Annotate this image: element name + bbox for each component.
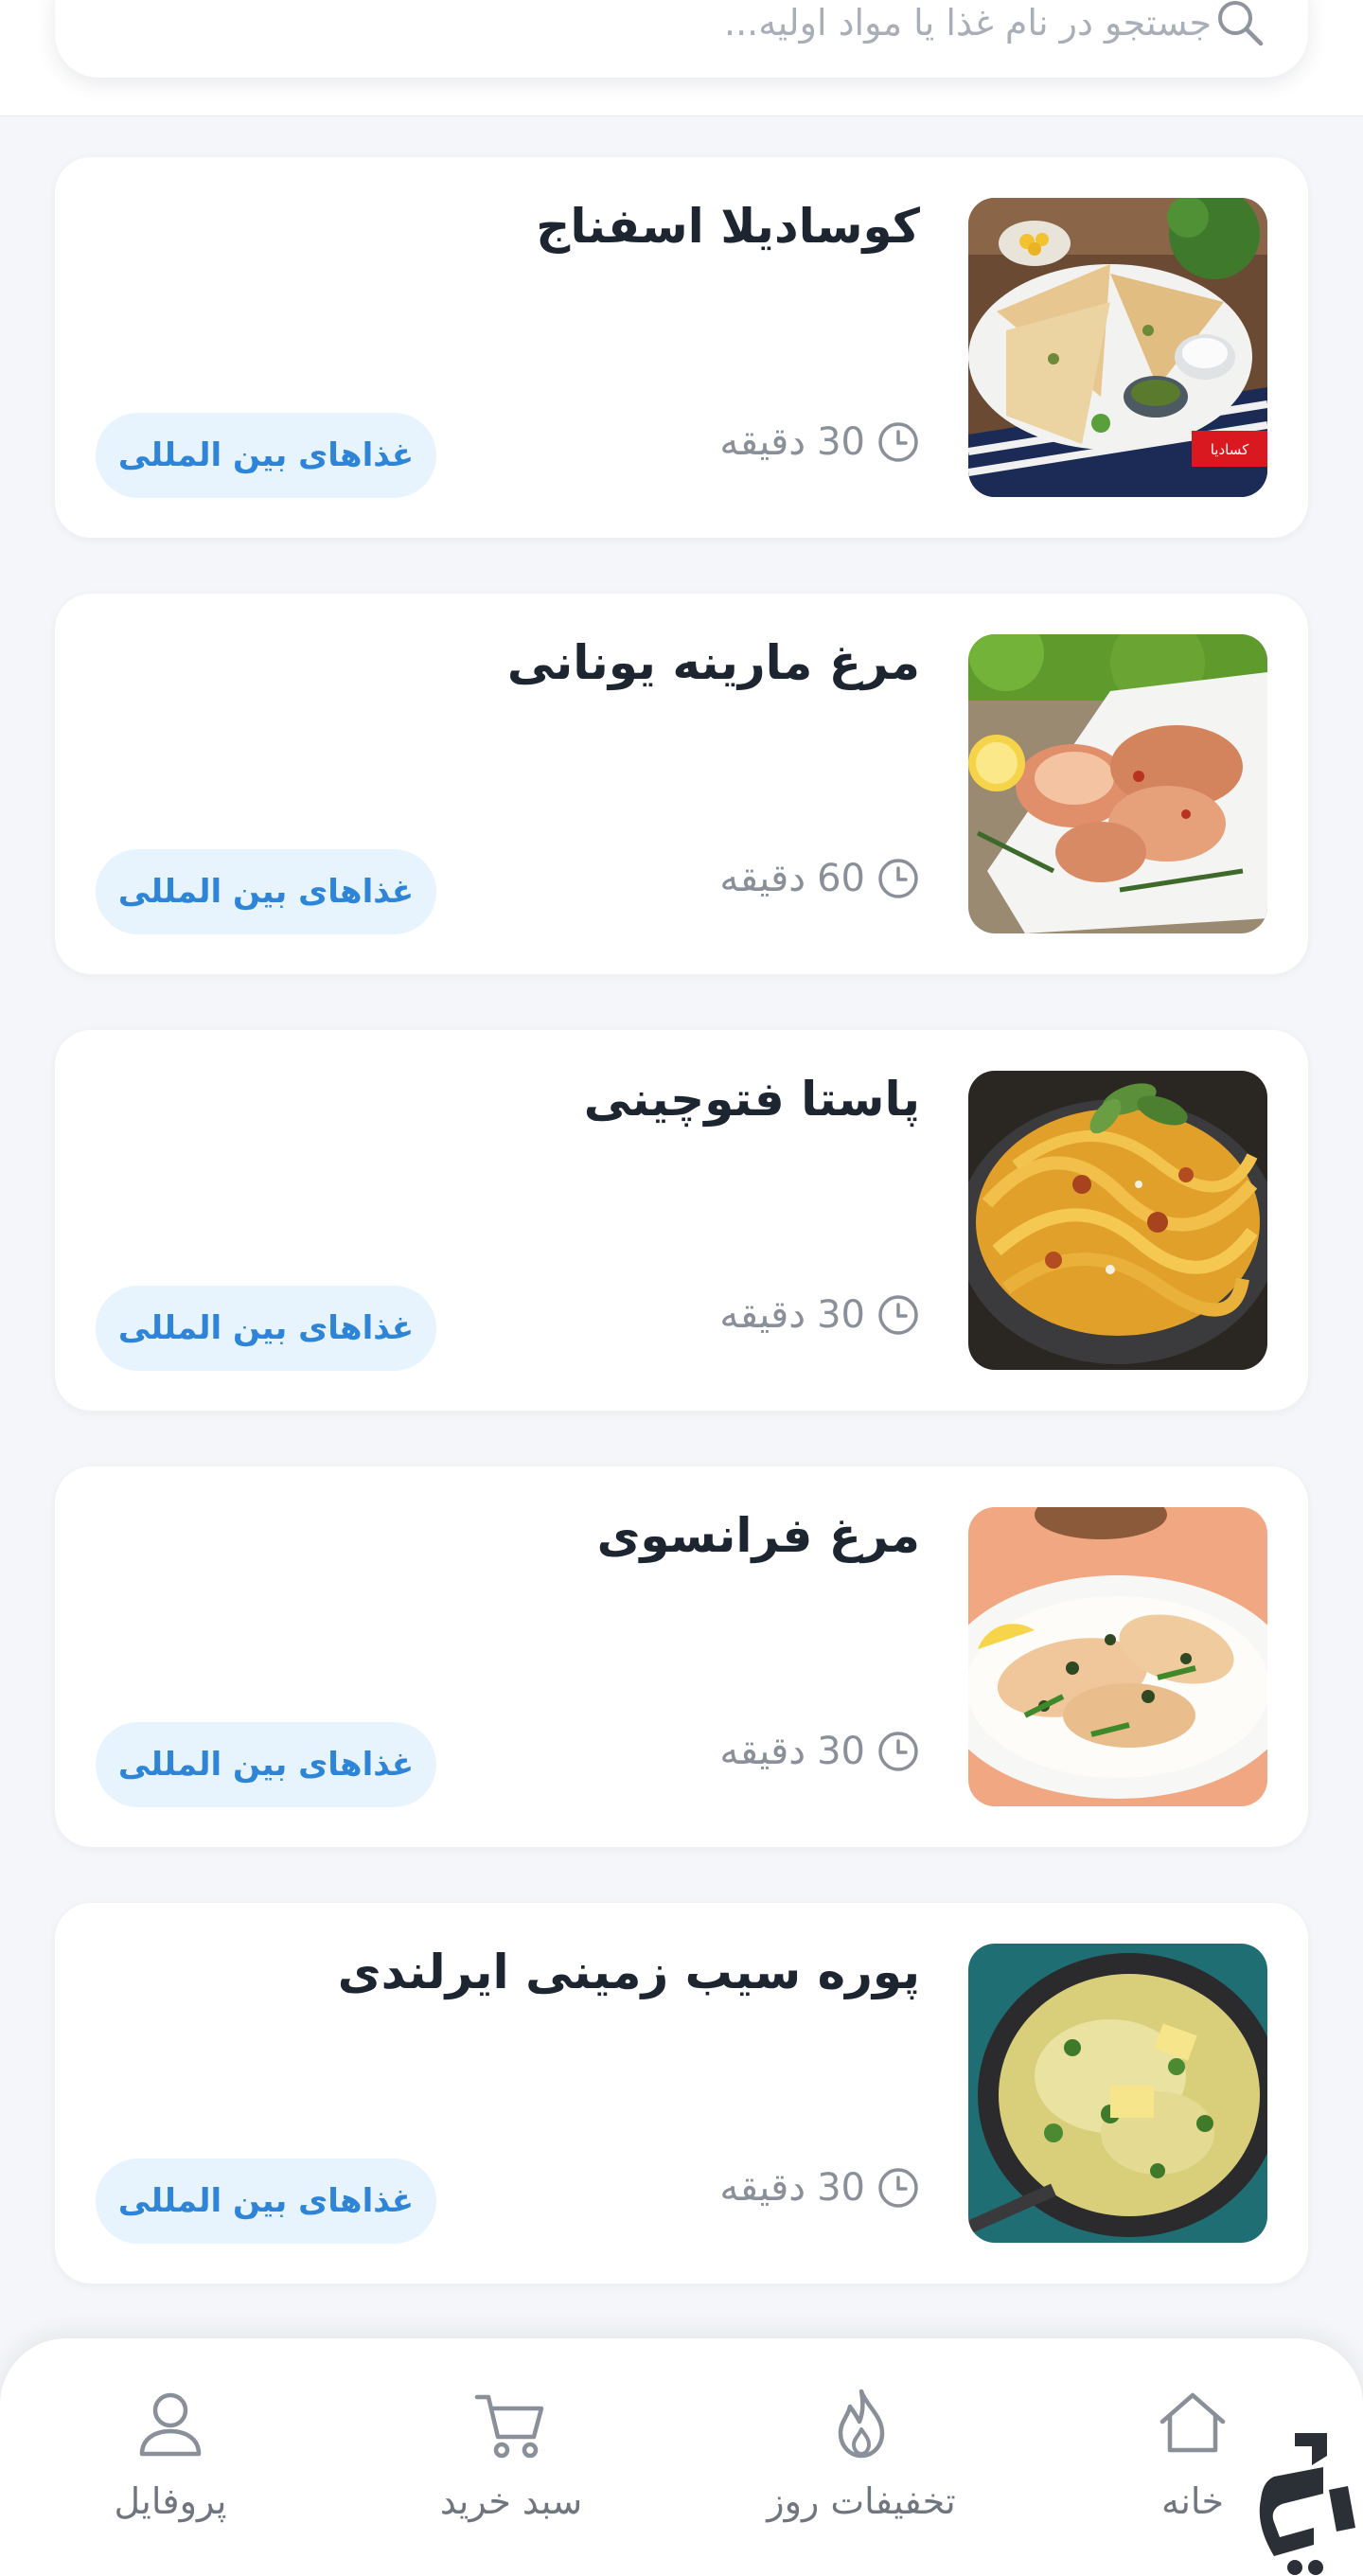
bottom-nav: خانه تخفیفات روز سبد خرید پروفایل xyxy=(0,2338,1363,2576)
category-badge[interactable]: غذاهای بین المللی xyxy=(96,2159,436,2244)
french-chicken-photo xyxy=(968,1507,1267,1806)
image-caption: کسادیا xyxy=(1211,441,1249,458)
time-unit: دقیقه xyxy=(719,420,806,464)
category-badge[interactable]: غذاهای بین المللی xyxy=(96,1722,436,1807)
nav-label: خانه xyxy=(1160,2480,1225,2522)
time-value: 30 xyxy=(817,420,865,464)
recipe-time: 30 دقیقه xyxy=(719,418,920,466)
time-value: 30 xyxy=(817,1730,865,1773)
recipe-image[interactable] xyxy=(968,1071,1267,1370)
category-badge[interactable]: غذاهای بین المللی xyxy=(96,413,436,498)
nav-item-cart[interactable]: سبد خرید xyxy=(398,2384,625,2554)
recipe-title: پاستا فتوچینی xyxy=(583,1072,920,1127)
recipe-time: 30 دقیقه xyxy=(719,1728,920,1775)
nav-label: پروفایل xyxy=(114,2480,227,2522)
time-unit: دقیقه xyxy=(719,2166,806,2210)
nav-label: تخفیفات روز xyxy=(767,2480,956,2522)
clock-icon xyxy=(878,859,918,898)
recipe-title: مرغ مارینه یونانی xyxy=(506,635,920,690)
fettuccine-photo xyxy=(968,1071,1267,1370)
clock-icon xyxy=(878,2168,918,2208)
nav-label: سبد خرید xyxy=(439,2480,583,2522)
recipe-title: کوسادیلا اسفناج xyxy=(536,199,920,254)
irish-mash-photo xyxy=(968,1944,1267,2243)
clock-icon xyxy=(878,1295,918,1335)
recipe-image[interactable]: کسادیا xyxy=(968,198,1267,497)
time-unit: دقیقه xyxy=(719,857,806,900)
recipe-title: مرغ فرانسوی xyxy=(596,1508,920,1563)
nav-item-profile[interactable]: پروفایل xyxy=(76,2384,265,2554)
recipe-card[interactable]: مرغ مارینه یونانی 60 دقیقه غذاهای بین ال… xyxy=(55,594,1308,974)
greek-chicken-photo xyxy=(968,634,1267,933)
recipe-title: پوره سیب زمینی ایرلندی xyxy=(337,1945,920,1999)
category-badge[interactable]: غذاهای بین المللی xyxy=(96,849,436,934)
recipe-list: کسادیا کوسادیلا اسفناج 30 دقیقه غذاهای ب… xyxy=(0,0,1363,2576)
home-icon xyxy=(1159,2392,1226,2453)
recipe-card[interactable]: مرغ فرانسوی 30 دقیقه غذاهای بین المللی xyxy=(55,1466,1308,1847)
store-logo-icon xyxy=(1259,2433,1355,2575)
time-unit: دقیقه xyxy=(719,1293,806,1337)
time-value: 30 xyxy=(817,1293,865,1337)
nav-item-deals[interactable]: تخفیفات روز xyxy=(719,2384,1003,2554)
category-badge[interactable]: غذاهای بین المللی xyxy=(96,1286,436,1371)
quesadilla-photo: کسادیا xyxy=(968,198,1267,497)
clock-icon xyxy=(878,1732,918,1771)
recipe-image[interactable] xyxy=(968,1507,1267,1806)
recipe-image[interactable] xyxy=(968,634,1267,933)
flame-icon xyxy=(838,2389,885,2459)
time-value: 60 xyxy=(817,857,865,900)
profile-icon xyxy=(139,2392,202,2457)
recipe-card[interactable]: پوره سیب زمینی ایرلندی 30 دقیقه غذاهای ب… xyxy=(55,1903,1308,2283)
clock-icon xyxy=(878,422,918,462)
time-unit: دقیقه xyxy=(719,1730,806,1773)
recipe-time: 30 دقیقه xyxy=(719,2164,920,2212)
recipe-card[interactable]: پاستا فتوچینی 30 دقیقه غذاهای بین المللی xyxy=(55,1030,1308,1411)
recipe-time: 60 دقیقه xyxy=(719,855,920,902)
cart-icon xyxy=(474,2394,544,2459)
recipe-time: 30 دقیقه xyxy=(719,1291,920,1339)
recipe-card[interactable]: کسادیا کوسادیلا اسفناج 30 دقیقه غذاهای ب… xyxy=(55,157,1308,538)
recipe-image[interactable] xyxy=(968,1944,1267,2243)
time-value: 30 xyxy=(817,2166,865,2210)
